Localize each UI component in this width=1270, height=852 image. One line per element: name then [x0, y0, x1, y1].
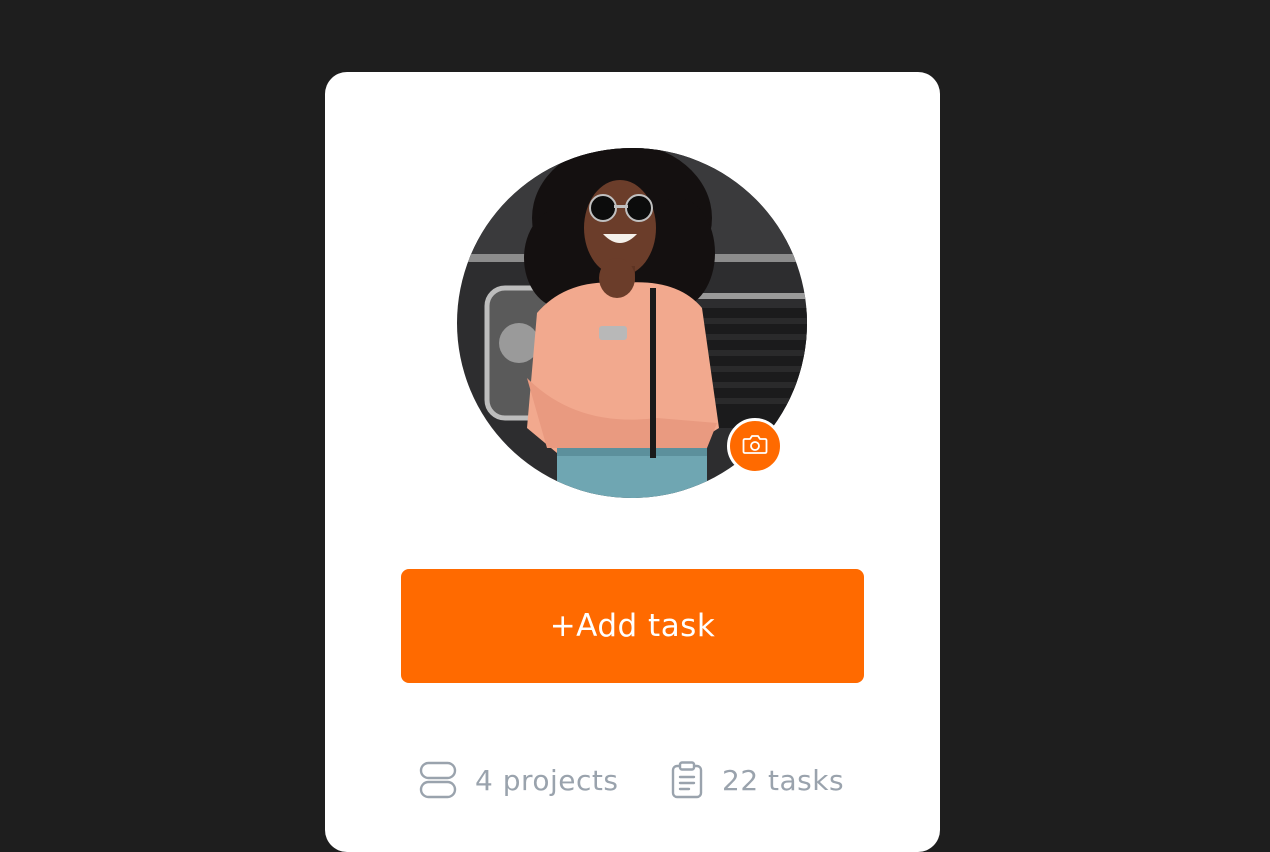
change-photo-button[interactable] — [727, 418, 783, 474]
avatar-container — [457, 148, 807, 498]
projects-count: 4 projects — [475, 763, 619, 797]
profile-stats: 4 projects 22 tasks — [325, 760, 940, 800]
camera-icon — [742, 433, 768, 459]
tasks-count: 22 tasks — [722, 763, 845, 797]
clipboard-icon — [670, 761, 704, 799]
tasks-stat: 22 tasks — [670, 760, 844, 800]
projects-stat: 4 projects — [419, 760, 618, 800]
profile-card: +Add task 4 projects 22 tasks — [325, 72, 940, 852]
add-task-button[interactable]: +Add task — [401, 569, 864, 683]
stack-icon — [419, 761, 457, 799]
